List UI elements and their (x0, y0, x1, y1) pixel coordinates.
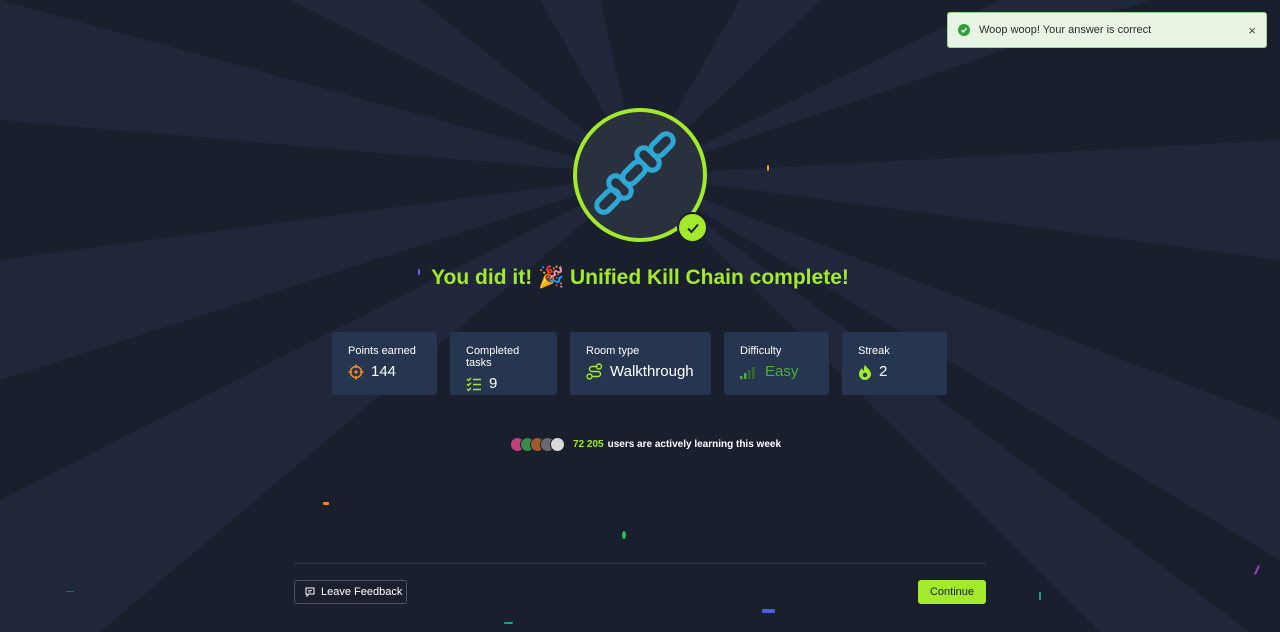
success-toast: Woop woop! Your answer is correct × (947, 12, 1267, 48)
avatar (550, 437, 565, 452)
confetti-piece (66, 591, 74, 592)
confetti-piece (1253, 565, 1261, 575)
checklist-icon (466, 376, 481, 392)
stat-label: Room type (586, 345, 640, 357)
continue-label: Continue (929, 586, 975, 598)
stat-label: Difficulty (740, 345, 782, 357)
leave-feedback-label: Leave Feedback (321, 586, 403, 598)
confetti-piece (1039, 592, 1041, 600)
stat-value: 144 (371, 363, 397, 380)
stat-card-points: Points earned 144 (332, 332, 437, 395)
stat-value: Walkthrough (610, 363, 694, 380)
active-users-count: 72 205 (573, 439, 604, 450)
stat-label: Streak (858, 345, 890, 357)
flame-icon (859, 364, 871, 380)
active-users-text: users are actively learning this week (607, 439, 782, 450)
confetti-piece (767, 165, 769, 171)
confetti-piece (504, 622, 513, 624)
stat-value: 9 (489, 375, 498, 392)
stat-card-room-type: Room type Walkthrough (570, 332, 711, 395)
avatar-group (510, 437, 565, 452)
stat-label: Completed tasks (466, 345, 520, 369)
stats-row: Points earned 144 Completed tasks 9 Room… (332, 332, 947, 395)
completion-title: You did it! 🎉 Unified Kill Chain complet… (431, 266, 849, 289)
close-icon[interactable]: × (1248, 23, 1256, 38)
stat-card-streak: Streak 2 (842, 332, 947, 395)
target-icon (348, 364, 364, 379)
toast-message: Woop woop! Your answer is correct (979, 24, 1152, 36)
stat-card-tasks: Completed tasks 9 (450, 332, 557, 395)
route-icon (586, 363, 603, 380)
success-check-icon (958, 24, 970, 36)
chain-icon (594, 131, 676, 215)
stat-label: Points earned (348, 345, 416, 357)
leave-feedback-button[interactable]: Leave Feedback (294, 580, 407, 604)
continue-button[interactable]: Continue (918, 580, 986, 604)
confetti-piece (323, 502, 329, 505)
feedback-icon (305, 587, 315, 597)
stat-value: Easy (765, 363, 799, 380)
background-rays (0, 0, 1280, 632)
confetti-piece (762, 609, 775, 613)
stat-card-difficulty: Difficulty Easy (724, 332, 829, 395)
active-users-line: 72 205 users are actively learning this … (510, 437, 781, 452)
footer-divider (294, 563, 986, 564)
confetti-piece (622, 531, 626, 539)
signal-bars-icon (740, 366, 755, 379)
completed-check-icon (677, 212, 708, 243)
stat-value: 2 (879, 363, 888, 380)
